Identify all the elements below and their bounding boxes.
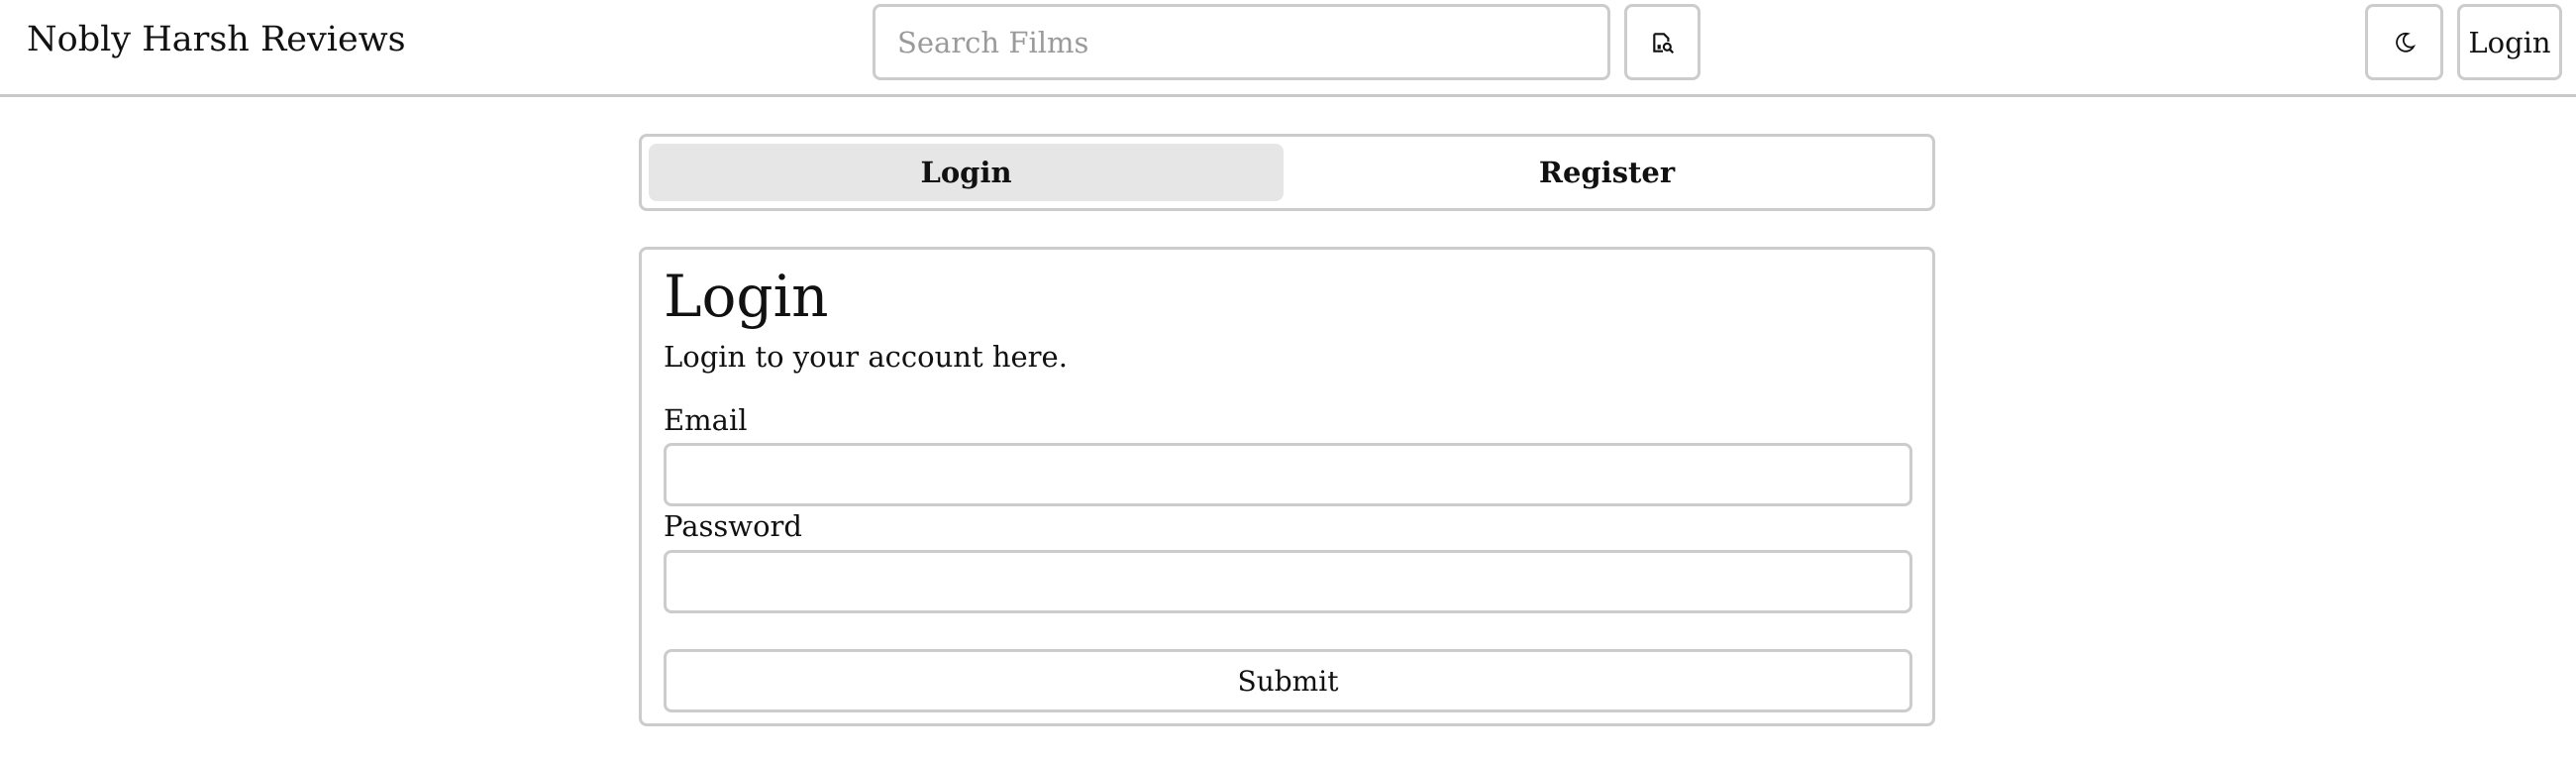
- password-field[interactable]: [664, 550, 1912, 613]
- top-navbar: Nobly Harsh Reviews Login: [0, 0, 2576, 97]
- password-label: Password: [664, 509, 802, 543]
- moon-icon: [2395, 32, 2416, 53]
- theme-toggle-button[interactable]: [2365, 4, 2443, 80]
- form-description: Login to your account here.: [664, 340, 1068, 374]
- email-field[interactable]: [664, 443, 1912, 506]
- login-card: Login Login to your account here. Email …: [639, 247, 1935, 726]
- email-label: Email: [664, 403, 748, 437]
- auth-tabs: Login Register: [639, 134, 1935, 211]
- tab-login[interactable]: Login: [649, 144, 1284, 201]
- search-button[interactable]: [1624, 4, 1700, 80]
- login-button[interactable]: Login: [2457, 4, 2562, 80]
- form-title: Login: [664, 263, 829, 330]
- site-brand[interactable]: Nobly Harsh Reviews: [27, 18, 406, 61]
- tab-register[interactable]: Register: [1288, 144, 1926, 201]
- search-input[interactable]: [873, 4, 1610, 80]
- search-film-icon: [1652, 32, 1674, 54]
- submit-button[interactable]: Submit: [664, 649, 1912, 712]
